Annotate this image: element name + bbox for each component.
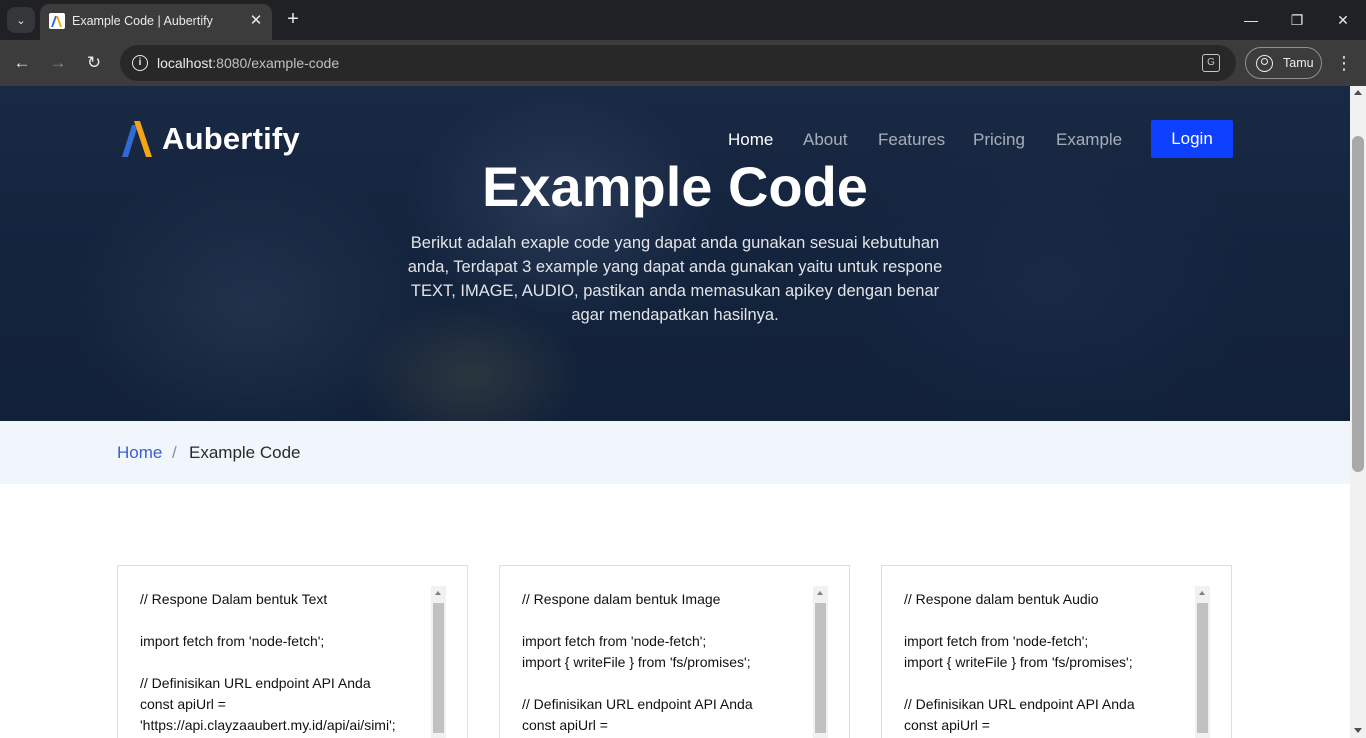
- url-text[interactable]: localhost:8080/example-code: [157, 55, 339, 71]
- browser-tab-strip: ⌄ Example Code | Aubertify ✕ + — ❐ ✕: [0, 0, 1366, 40]
- breadcrumb-current: Example Code: [189, 443, 301, 462]
- login-button[interactable]: Login: [1151, 120, 1233, 158]
- minimize-icon[interactable]: —: [1228, 0, 1274, 40]
- forward-icon[interactable]: →: [45, 50, 71, 76]
- reload-icon[interactable]: ↻: [81, 50, 107, 76]
- nav-features[interactable]: Features: [878, 130, 945, 150]
- nav-example[interactable]: Example: [1056, 130, 1122, 150]
- restore-icon[interactable]: ❐: [1274, 0, 1320, 40]
- plus-icon[interactable]: +: [281, 8, 305, 32]
- code-card-image: // Respone dalam bentuk Image import fet…: [499, 565, 850, 738]
- code-scrollbar[interactable]: [1195, 586, 1210, 738]
- scroll-down-icon[interactable]: [1354, 728, 1362, 733]
- profile-icon: [1256, 55, 1273, 72]
- address-bar[interactable]: i localhost:8080/example-code G: [120, 45, 1236, 81]
- code-card-audio: // Respone dalam bentuk Audio import fet…: [881, 565, 1232, 738]
- hero-section: Aubertify Home About Features Pricing Ex…: [0, 86, 1350, 421]
- profile-label: Tamu: [1283, 56, 1314, 70]
- profile-button[interactable]: Tamu: [1245, 47, 1322, 79]
- scroll-up-icon[interactable]: [1354, 90, 1362, 95]
- page-scrollbar[interactable]: [1350, 86, 1366, 738]
- tab-title: Example Code | Aubertify: [72, 14, 213, 28]
- tab-list-icon[interactable]: ⌄: [7, 7, 35, 33]
- close-window-icon[interactable]: ✕: [1320, 0, 1366, 40]
- back-icon[interactable]: ←: [9, 50, 35, 76]
- page-viewport: Aubertify Home About Features Pricing Ex…: [0, 86, 1350, 738]
- page-title: Example Code: [482, 155, 868, 218]
- brand[interactable]: Aubertify: [122, 119, 300, 159]
- nav-home[interactable]: Home: [728, 130, 773, 150]
- aubertify-logo-icon: [122, 121, 152, 157]
- code-scrollbar[interactable]: [431, 586, 446, 738]
- breadcrumb-separator: /: [172, 443, 177, 462]
- code-block[interactable]: // Respone Dalam bentuk Text import fetc…: [140, 589, 430, 736]
- brand-name: Aubertify: [162, 121, 300, 156]
- breadcrumb-home-link[interactable]: Home: [117, 443, 162, 463]
- code-block[interactable]: // Respone dalam bentuk Image import fet…: [522, 589, 812, 736]
- favicon-icon: [49, 13, 65, 29]
- kebab-menu-icon[interactable]: ⋮: [1332, 50, 1356, 76]
- translate-icon[interactable]: G: [1202, 54, 1220, 72]
- scroll-thumb[interactable]: [1352, 136, 1364, 472]
- hero-description: Berikut adalah exaple code yang dapat an…: [407, 234, 943, 324]
- browser-toolbar: ← → ↻ i localhost:8080/example-code G Ta…: [0, 40, 1366, 86]
- close-icon[interactable]: ✕: [246, 11, 266, 31]
- nav-about[interactable]: About: [803, 130, 847, 150]
- code-card-text: // Respone Dalam bentuk Text import fetc…: [117, 565, 468, 738]
- code-block[interactable]: // Respone dalam bentuk Audio import fet…: [904, 589, 1194, 736]
- nav-pricing[interactable]: Pricing: [973, 130, 1025, 150]
- info-icon[interactable]: i: [132, 55, 148, 71]
- browser-tab[interactable]: Example Code | Aubertify ✕: [40, 4, 272, 40]
- code-scrollbar[interactable]: [813, 586, 828, 738]
- breadcrumb: Home / Example Code: [0, 421, 1350, 484]
